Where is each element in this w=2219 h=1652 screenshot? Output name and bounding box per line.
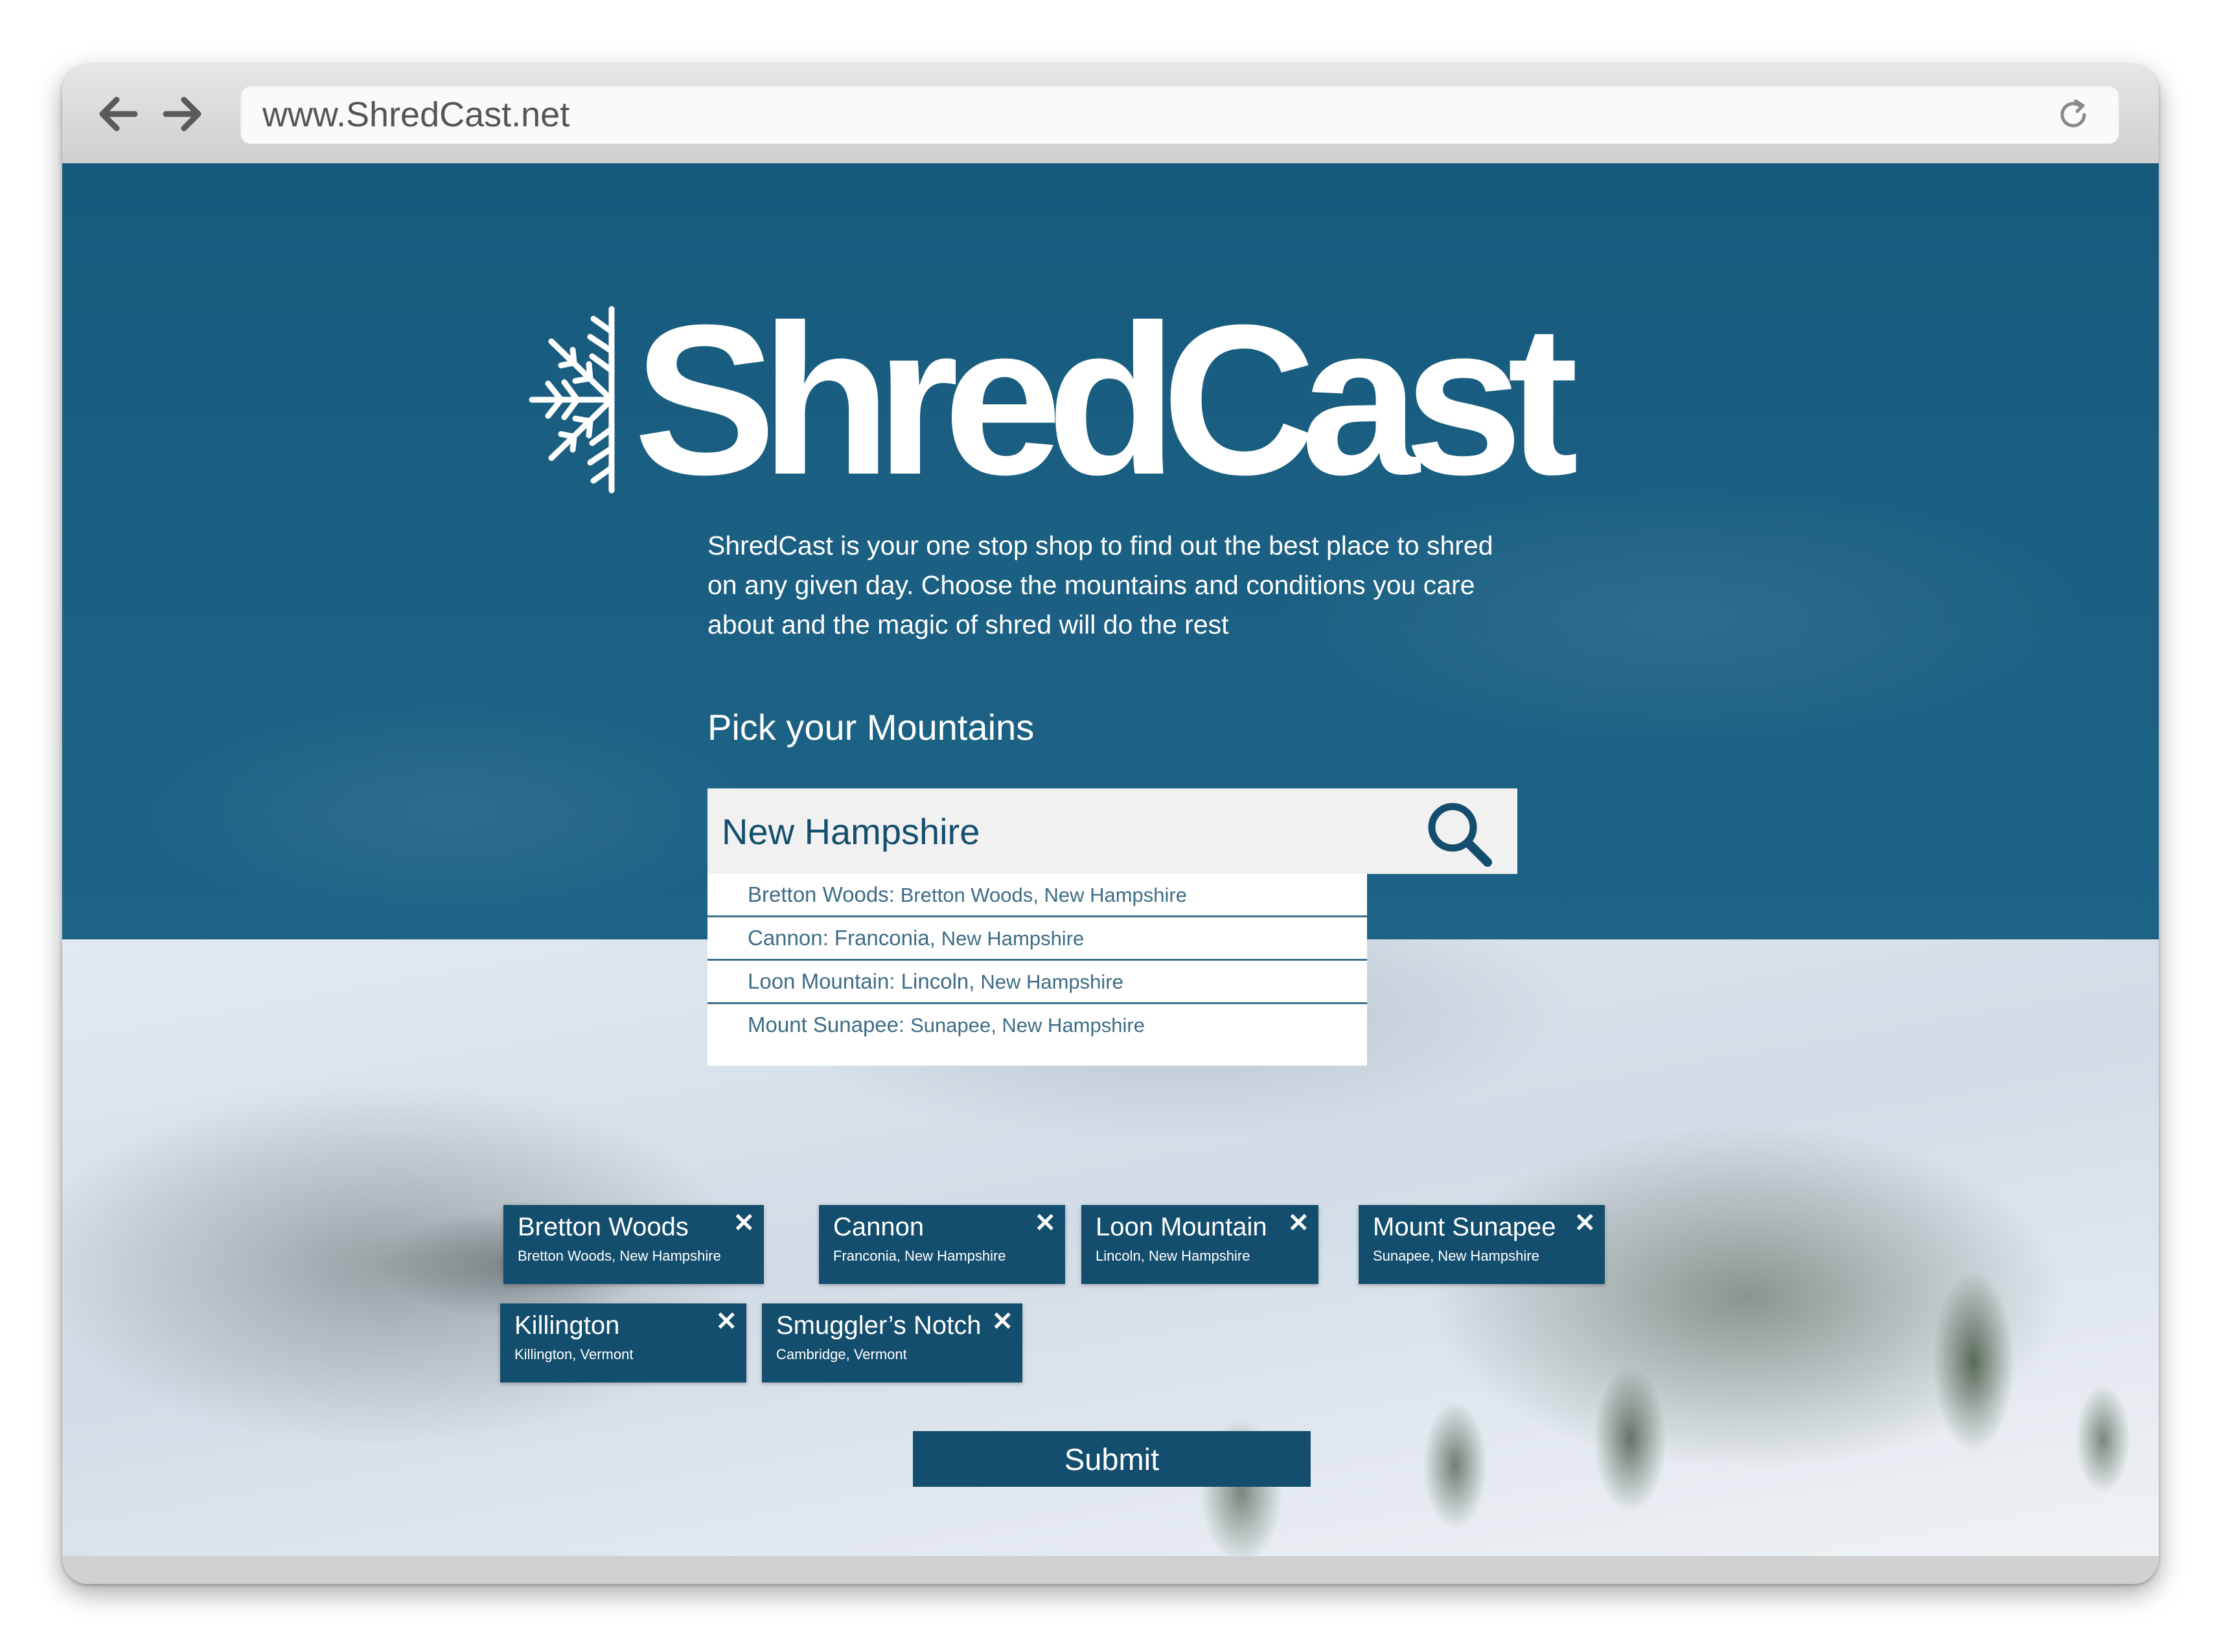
remove-chip-icon[interactable]: ✕ — [715, 1306, 737, 1337]
suggestion-item[interactable]: Mount Sunapee: Sunapee, New Hampshire — [707, 1004, 1367, 1046]
chip-location: Sunapee, New Hampshire — [1373, 1248, 1539, 1264]
chip-name: Cannon — [833, 1213, 925, 1241]
selected-mountain-chip: Bretton Woods Bretton Woods, New Hampshi… — [503, 1205, 764, 1284]
browser-bottom-bar — [62, 1556, 2159, 1584]
intro-description: ShredCast is your one stop shop to find … — [707, 531, 1493, 639]
remove-chip-icon[interactable]: ✕ — [991, 1306, 1013, 1337]
selected-mountain-chip: Smuggler’s Notch Cambridge, Vermont ✕ — [762, 1303, 1022, 1382]
forward-button[interactable] — [157, 88, 209, 140]
suggestion-item[interactable]: Loon Mountain: Lincoln, New Hampshire — [707, 961, 1367, 1004]
chip-name: Mount Sunapee — [1373, 1213, 1556, 1241]
remove-chip-icon[interactable]: ✕ — [1574, 1208, 1596, 1239]
selected-mountain-chip: Cannon Franconia, New Hampshire ✕ — [819, 1205, 1065, 1284]
selected-mountain-chip: Killington Killington, Vermont ✕ — [500, 1303, 746, 1382]
browser-window: www.ShredCast.net ShredCast ShredCast is… — [62, 65, 2159, 1584]
reload-button[interactable] — [2053, 95, 2093, 135]
reload-icon — [2060, 99, 2086, 128]
arrow-right-icon — [163, 97, 201, 132]
selected-mountain-chip: Loon Mountain Lincoln, New Hampshire ✕ — [1081, 1205, 1318, 1284]
url-text: www.ShredCast.net — [262, 95, 570, 134]
remove-chip-icon[interactable]: ✕ — [1034, 1208, 1056, 1239]
back-button[interactable] — [92, 88, 144, 140]
suggestion-item[interactable]: Cannon: Franconia, New Hampshire — [707, 917, 1367, 961]
suggestion-item[interactable]: Bretton Woods: Bretton Woods, New Hampsh… — [707, 874, 1367, 917]
suggestion-dropdown: Bretton Woods: Bretton Woods, New Hampsh… — [707, 874, 1367, 1066]
chip-location: Lincoln, New Hampshire — [1096, 1248, 1250, 1264]
chip-name: Loon Mountain — [1096, 1213, 1267, 1241]
chip-location: Bretton Woods, New Hampshire — [518, 1248, 721, 1264]
background-photo — [62, 1103, 2159, 1556]
arrow-left-icon — [99, 97, 138, 132]
mountain-search — [707, 788, 1517, 874]
chip-location: Franconia, New Hampshire — [833, 1248, 1006, 1264]
section-title: Pick your Mountains — [707, 707, 1035, 748]
search-input[interactable] — [707, 788, 1402, 874]
chip-name: Smuggler’s Notch — [776, 1311, 982, 1340]
chip-name: Bretton Woods — [518, 1213, 689, 1241]
snowflake-icon — [529, 306, 615, 494]
browser-toolbar: www.ShredCast.net — [62, 65, 2159, 163]
shredcast-logo: ShredCast — [522, 280, 1578, 519]
chip-location: Killington, Vermont — [514, 1346, 634, 1362]
logo-text: ShredCast — [634, 280, 1578, 519]
remove-chip-icon[interactable]: ✕ — [1287, 1208, 1309, 1239]
search-button[interactable] — [1424, 799, 1495, 870]
chip-location: Cambridge, Vermont — [776, 1346, 907, 1362]
submit-button[interactable]: Submit — [913, 1431, 1311, 1487]
chip-name: Killington — [514, 1311, 620, 1340]
search-icon — [1428, 803, 1492, 867]
address-bar[interactable]: www.ShredCast.net — [240, 86, 2119, 144]
remove-chip-icon[interactable]: ✕ — [733, 1208, 755, 1239]
page-viewport: ShredCast ShredCast is your one stop sho… — [62, 163, 2159, 1556]
selected-mountain-chip: Mount Sunapee Sunapee, New Hampshire ✕ — [1359, 1205, 1605, 1284]
